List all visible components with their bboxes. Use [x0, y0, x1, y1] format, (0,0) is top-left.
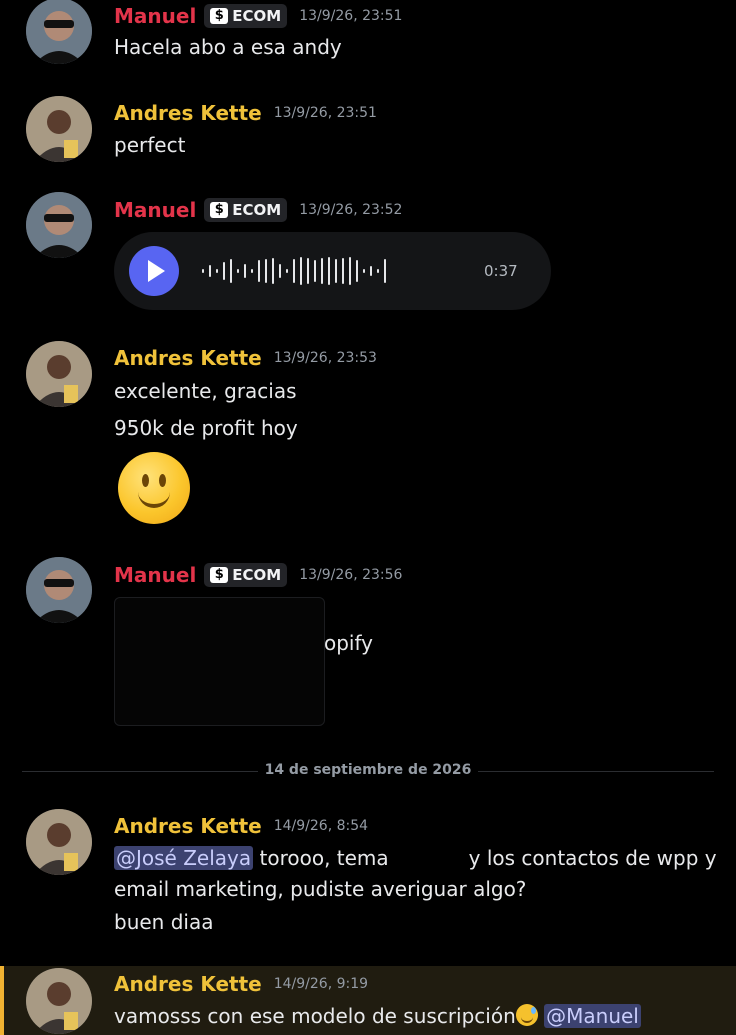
avatar[interactable]: [26, 809, 92, 875]
dollar-icon: $: [210, 202, 229, 218]
timestamp: 13/9/26, 23:56: [299, 567, 403, 583]
attachment-preview[interactable]: [114, 597, 325, 726]
slightly-smiling-face-icon[interactable]: [118, 452, 190, 524]
message-text-part: vamosss con ese modelo de suscripción: [114, 1004, 516, 1028]
author-name[interactable]: Manuel: [114, 198, 196, 222]
user-mention[interactable]: @Manuel: [544, 1004, 641, 1028]
message-text: buen diaa: [114, 910, 214, 934]
voice-message-player: 0:37: [114, 232, 551, 310]
avatar[interactable]: [26, 557, 92, 623]
redacted-area: [389, 864, 469, 865]
role-badge[interactable]: $ ECOM: [204, 198, 288, 222]
play-button[interactable]: [129, 246, 179, 296]
message-text: 950k de profit hoy: [114, 416, 298, 440]
message-text-part: y los contactos de wpp y: [468, 846, 717, 870]
message-text: excelente, gracias: [114, 379, 297, 403]
dollar-icon: $: [210, 567, 229, 583]
message-text: vamosss con ese modelo de suscripción @M…: [114, 1004, 641, 1028]
message-text: @José Zelaya torooo, tema y los contactos…: [114, 846, 717, 870]
badge-label: ECOM: [232, 7, 282, 25]
date-divider-line: [22, 771, 258, 772]
timestamp: 14/9/26, 8:54: [273, 818, 369, 834]
message-text: email marketing, pudiste averiguar algo?: [114, 877, 527, 901]
role-badge[interactable]: $ ECOM: [204, 4, 288, 28]
author-name[interactable]: Andres Kette: [114, 346, 262, 370]
voice-duration: 0:37: [484, 262, 518, 280]
author-name[interactable]: Andres Kette: [114, 972, 262, 996]
author-name[interactable]: Manuel: [114, 4, 196, 28]
role-badge[interactable]: $ ECOM: [204, 563, 288, 587]
avatar[interactable]: [26, 968, 92, 1034]
timestamp: 13/9/26, 23:53: [273, 350, 377, 366]
timestamp: 13/9/26, 23:51: [299, 8, 403, 24]
message-text: opify: [324, 631, 374, 655]
timestamp: 13/9/26, 23:52: [299, 202, 403, 218]
author-name[interactable]: Manuel: [114, 563, 196, 587]
date-divider: 14 de septiembre de 2026: [264, 762, 472, 778]
message-text: Hacela abo a esa andy: [114, 35, 342, 59]
dollar-icon: $: [210, 8, 229, 24]
author-name[interactable]: Andres Kette: [114, 101, 262, 125]
author-name[interactable]: Andres Kette: [114, 814, 262, 838]
user-mention[interactable]: @José Zelaya: [114, 846, 254, 870]
avatar[interactable]: [26, 0, 92, 64]
date-divider-line: [478, 771, 714, 772]
message-text: perfect: [114, 133, 186, 157]
avatar[interactable]: [26, 192, 92, 258]
avatar[interactable]: [26, 96, 92, 162]
message-text-part: torooo, tema: [259, 846, 389, 870]
timestamp: 14/9/26, 9:19: [273, 976, 369, 992]
badge-label: ECOM: [232, 201, 282, 219]
waveform[interactable]: [202, 254, 386, 288]
badge-label: ECOM: [232, 566, 282, 584]
avatar[interactable]: [26, 341, 92, 407]
timestamp: 13/9/26, 23:51: [273, 105, 377, 121]
sweat-smile-icon[interactable]: [515, 1004, 538, 1026]
